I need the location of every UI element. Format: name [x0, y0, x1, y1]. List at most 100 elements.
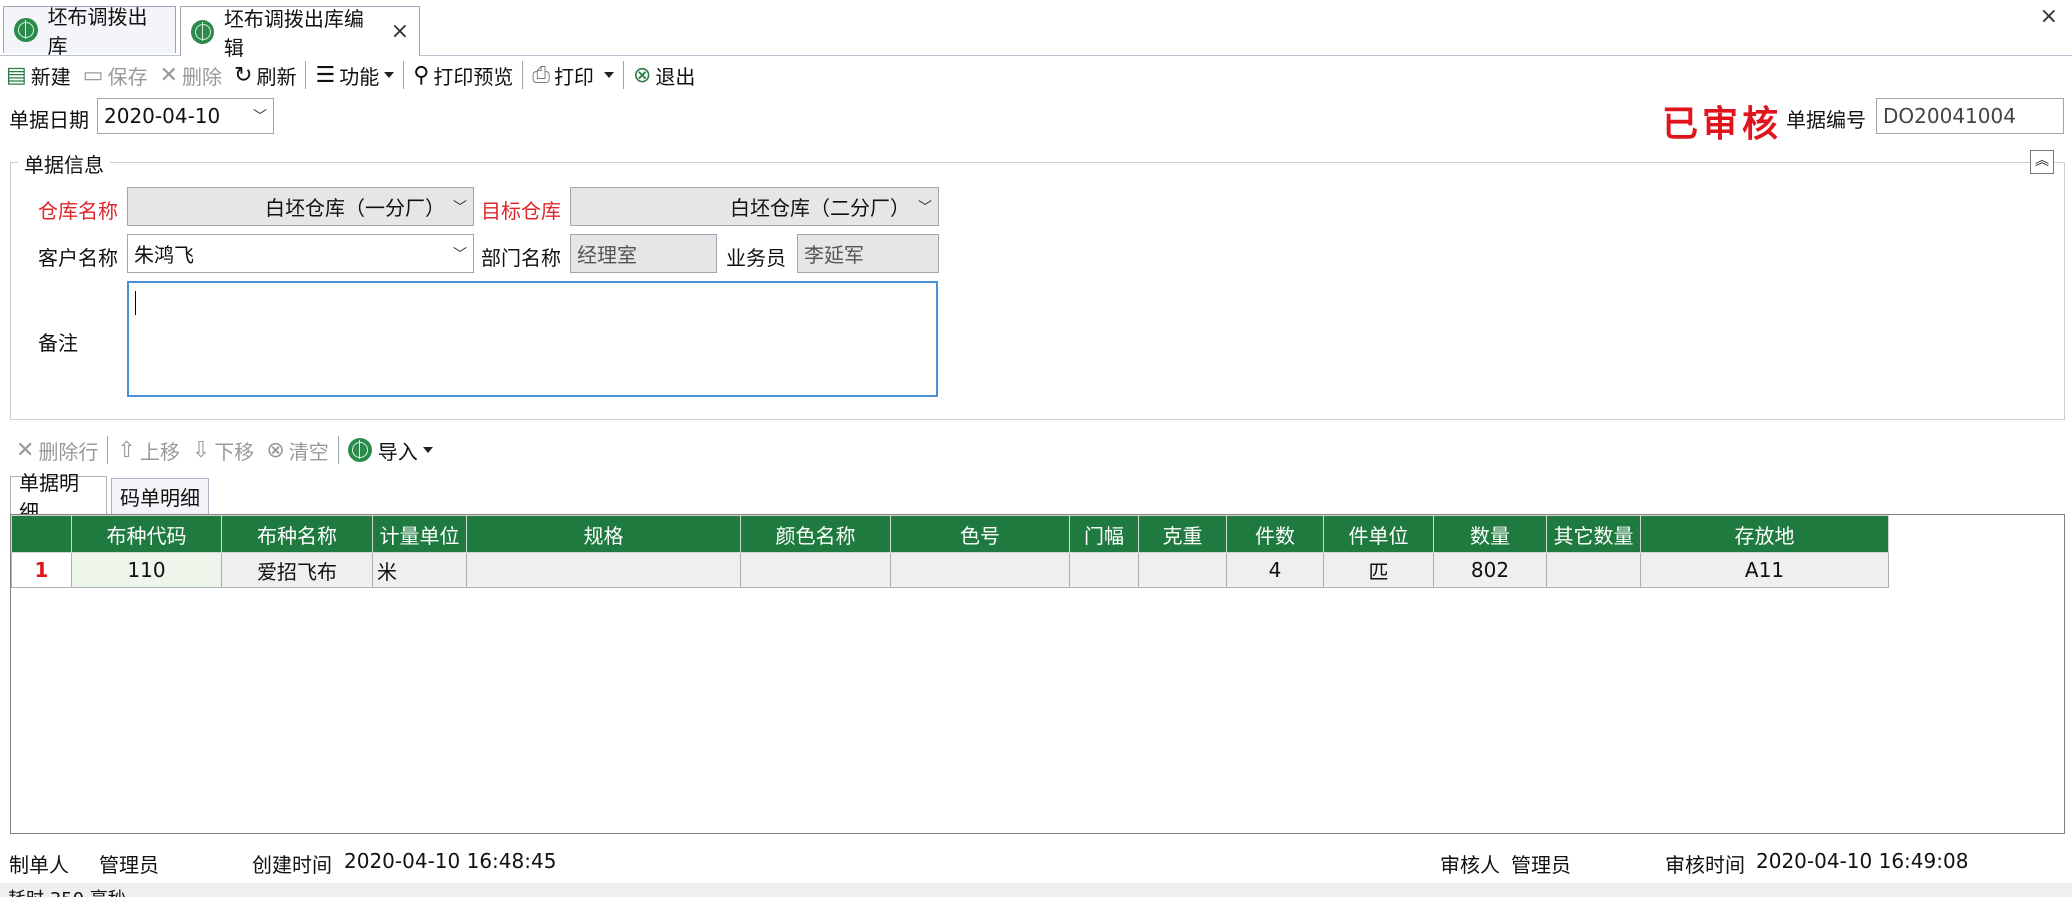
column-header[interactable]: 数量 [1433, 515, 1547, 553]
toolbar-divider [403, 61, 405, 89]
column-header[interactable]: 件单位 [1323, 515, 1434, 553]
table-cell[interactable]: 爱招飞布 [221, 552, 373, 588]
column-header[interactable]: 色号 [890, 515, 1070, 553]
tab-fabric-transfer-out[interactable]: 坯布调拨出库 [3, 5, 176, 58]
column-header[interactable]: 规格 [466, 515, 741, 553]
table-cell[interactable]: 米 [372, 552, 467, 588]
printer-icon: ⎙ [532, 62, 550, 88]
print-preview-button[interactable]: ⚲ 打印预览 [407, 58, 519, 92]
audit-time-value: 2020-04-10 16:49:08 [1756, 849, 1969, 873]
print-label: 打印 [553, 64, 594, 89]
delete-button[interactable]: ✕ 删除 [154, 58, 228, 92]
created-time-value: 2020-04-10 16:48:45 [344, 849, 557, 873]
function-menu-button[interactable]: ☰ 功能 [309, 58, 400, 92]
target-warehouse-select[interactable]: 白坯仓库（二分厂） ﹀ [570, 187, 939, 226]
toolbar-divider [337, 436, 339, 464]
table-cell[interactable]: 802 [1433, 552, 1547, 588]
column-header[interactable]: 件数 [1226, 515, 1324, 553]
move-down-label: 下移 [214, 439, 255, 464]
docno-field[interactable]: DO20041004 [1876, 98, 2064, 134]
arrow-up-icon: ⇧ [117, 437, 136, 463]
warehouse-label: 仓库名称 [38, 199, 118, 223]
move-down-button[interactable]: ⇩ 下移 [186, 433, 260, 467]
docno-value: DO20041004 [1883, 104, 2016, 128]
column-header[interactable]: 其它数量 [1546, 515, 1641, 553]
close-icon[interactable]: × [391, 19, 409, 44]
save-button[interactable]: ▭ 保存 [77, 58, 154, 92]
refresh-icon: ↻ [234, 62, 253, 88]
table-cell[interactable] [466, 552, 741, 588]
save-label: 保存 [107, 64, 148, 89]
delete-icon: ✕ [159, 62, 179, 88]
refresh-button[interactable]: ↻ 刷新 [228, 58, 302, 92]
exit-button[interactable]: ⊗ 退出 [627, 58, 701, 92]
tab-barcode-detail[interactable]: 码单明细 [111, 478, 209, 514]
table-cell[interactable] [740, 552, 891, 588]
tab-document-detail[interactable]: 单据明细 [10, 471, 107, 524]
toolbar-divider [305, 61, 307, 89]
tab-bar: 坯布调拨出库 坯布调拨出库编辑 × [0, 0, 2072, 60]
column-header[interactable] [11, 515, 72, 553]
toolbar-divider [622, 61, 624, 89]
table-cell[interactable] [1138, 552, 1227, 588]
info-group-title: 单据信息 [18, 149, 110, 178]
clear-label: 清空 [288, 439, 329, 464]
table-cell[interactable]: 4 [1226, 552, 1324, 588]
move-up-button[interactable]: ⇧ 上移 [111, 433, 185, 467]
new-document-icon: ▤ [6, 62, 27, 88]
column-header[interactable]: 颜色名称 [740, 515, 891, 553]
remark-label: 备注 [38, 331, 78, 355]
table-cell[interactable] [890, 552, 1070, 588]
date-label: 单据日期 [9, 108, 89, 132]
window-close-icon[interactable]: × [2040, 4, 2058, 29]
delete-icon: ✕ [16, 437, 35, 463]
text-cursor [135, 291, 136, 315]
salesman-label: 业务员 [726, 246, 786, 270]
print-button[interactable]: ⎙ 打印 [526, 58, 620, 92]
caret-down-icon [384, 72, 395, 78]
import-label: 导入 [377, 439, 418, 464]
date-picker[interactable]: 2020-04-10 ﹀ [97, 98, 274, 134]
globe-icon [14, 18, 38, 42]
table-cell[interactable]: 匹 [1323, 552, 1434, 588]
target-warehouse-value: 白坯仓库（二分厂） [730, 196, 910, 220]
chevron-down-icon: ﹀ [453, 199, 467, 216]
column-header[interactable]: 门幅 [1069, 515, 1139, 553]
column-header[interactable]: 布种名称 [221, 515, 373, 553]
column-header[interactable]: 计量单位 [372, 515, 467, 553]
clear-button[interactable]: ⊗ 清空 [260, 433, 334, 467]
import-menu-button[interactable]: 导入 [342, 433, 439, 467]
delete-row-button[interactable]: ✕ 删除行 [10, 433, 104, 467]
salesman-value: 李延军 [804, 243, 864, 267]
elapsed-time-text: 耗时 350 毫秒 [8, 885, 126, 897]
column-header[interactable]: 存放地 [1640, 515, 1889, 553]
new-button[interactable]: ▤ 新建 [0, 58, 77, 92]
delete-row-label: 删除行 [38, 439, 99, 464]
maker-value: 管理员 [99, 853, 159, 877]
table-cell[interactable] [1546, 552, 1641, 588]
detail-grid: 布种代码 布种名称 计量单位 规格 颜色名称 色号 门幅 克重 件数 件单位 数… [10, 514, 2065, 834]
dept-field[interactable]: 经理室 [570, 234, 717, 273]
salesman-field[interactable]: 李延军 [797, 234, 939, 273]
customer-select[interactable]: 朱鸿飞 ﹀ [127, 234, 474, 273]
magnifier-icon: ⚲ [413, 62, 430, 88]
remark-textarea[interactable] [127, 281, 938, 397]
globe-icon [347, 438, 372, 462]
new-label: 新建 [30, 64, 71, 89]
table-row[interactable]: 1 110 爱招飞布 米 4 匹 802 A11 [11, 552, 1889, 588]
customer-label: 客户名称 [38, 246, 118, 270]
table-cell[interactable]: 110 [71, 552, 222, 588]
audit-status-stamp: 已审核 [1662, 103, 1783, 145]
warehouse-select[interactable]: 白坯仓库（一分厂） ﹀ [127, 187, 474, 226]
detail-table: 布种代码 布种名称 计量单位 规格 颜色名称 色号 门幅 克重 件数 件单位 数… [11, 515, 1889, 588]
collapse-up-icon[interactable]: ︽ [2030, 150, 2054, 174]
move-up-label: 上移 [139, 439, 180, 464]
table-cell[interactable] [1069, 552, 1139, 588]
column-header[interactable]: 克重 [1138, 515, 1227, 553]
table-cell[interactable]: A11 [1640, 552, 1889, 588]
column-header[interactable]: 布种代码 [71, 515, 222, 553]
tab-fabric-transfer-out-edit[interactable]: 坯布调拨出库编辑 × [180, 6, 420, 60]
row-number-cell[interactable]: 1 [11, 552, 72, 588]
created-time-label: 创建时间 [252, 853, 332, 877]
tab-label: 坯布调拨出库编辑 [223, 6, 364, 60]
